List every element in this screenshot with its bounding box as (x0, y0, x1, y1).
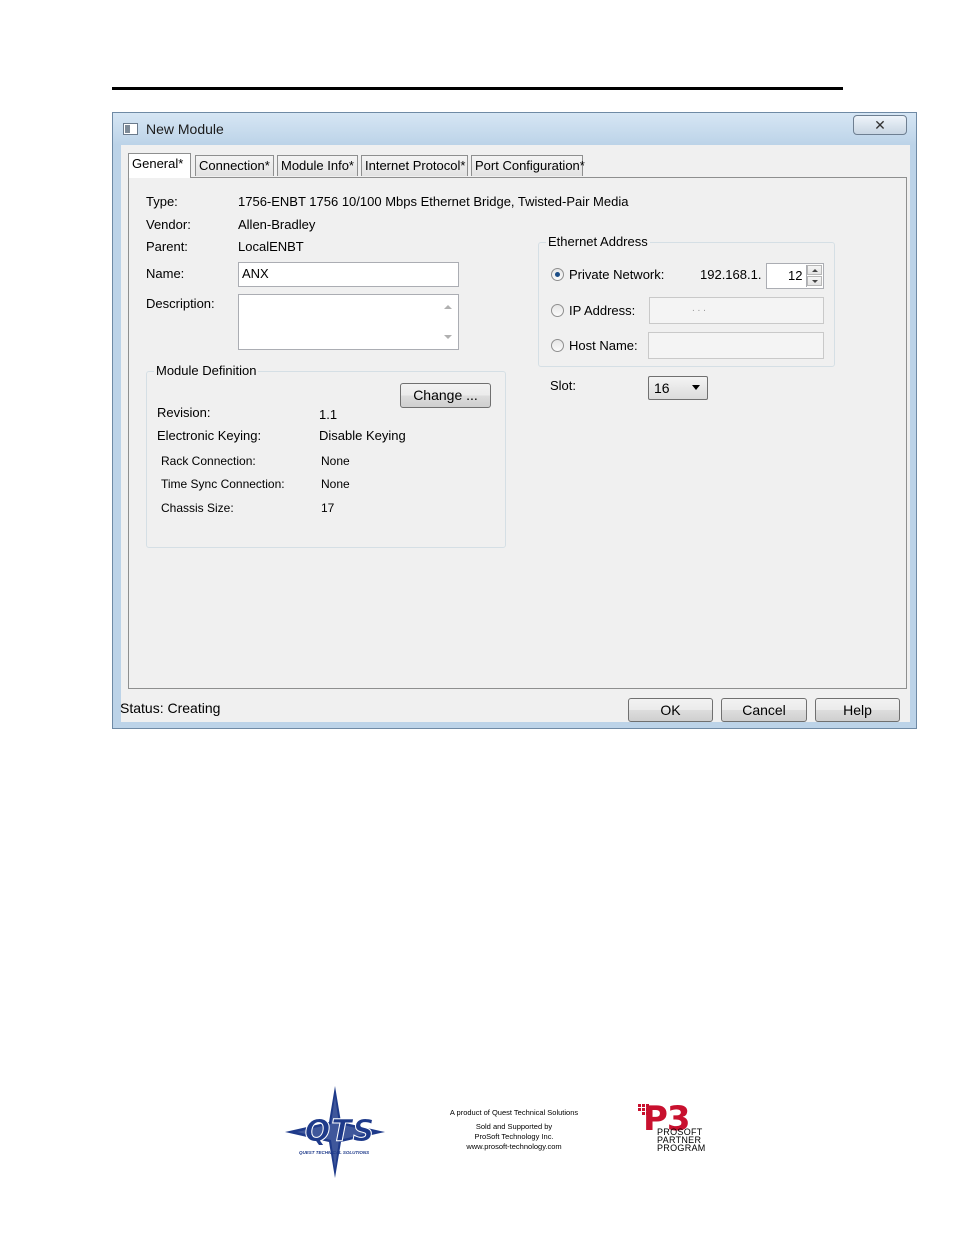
scroll-down-icon[interactable] (444, 335, 452, 339)
footer-line-1: A product of Quest Technical Solutions (449, 1108, 579, 1117)
host-name-radio[interactable] (551, 339, 564, 352)
change-button[interactable]: Change ... (400, 383, 491, 408)
ip-address-label: IP Address: (569, 303, 636, 318)
ip-address-input[interactable]: . . . (649, 297, 824, 324)
chevron-down-icon (692, 385, 700, 390)
private-network-octet-value: 12 (788, 268, 803, 283)
slot-label: Slot: (550, 378, 577, 393)
window-title: New Module (146, 121, 224, 137)
scroll-up-icon[interactable] (444, 305, 452, 309)
host-name-input[interactable] (648, 332, 824, 359)
time-sync-label: Time Sync Connection: (161, 477, 285, 491)
name-input-value: ANX (242, 266, 269, 281)
title-bar[interactable]: New Module ✕ (113, 113, 916, 145)
chassis-size-value: 17 (321, 501, 335, 515)
footer-line-4: www.prosoft-technology.com (466, 1142, 562, 1151)
footer-product-text: A product of Quest Technical Solutions S… (429, 1108, 599, 1152)
footer-line-3: ProSoft Technology Inc. (474, 1132, 554, 1141)
cancel-button[interactable]: Cancel (721, 698, 807, 722)
slot-select[interactable]: 16 (648, 376, 708, 400)
module-definition-group: Module Definition Change ... Revision: 1… (146, 363, 506, 548)
spin-up-icon[interactable] (812, 269, 818, 272)
chassis-size-label: Chassis Size: (161, 501, 234, 515)
new-module-dialog: New Module ✕ General* Connection* Module… (112, 112, 917, 729)
revision-value: 1.1 (319, 407, 338, 422)
qts-logo: QTS QUEST TECHNICAL SOLUTIONS (285, 1086, 385, 1178)
dialog-client: General* Connection* Module Info* Intern… (120, 145, 910, 722)
status-text: Status: Creating (120, 700, 221, 716)
tab-internet-protocol[interactable]: Internet Protocol* (361, 155, 468, 176)
help-button[interactable]: Help (815, 698, 900, 722)
parent-value: LocalENBT (238, 239, 304, 254)
private-network-radio[interactable] (551, 268, 564, 281)
window-app-icon (123, 123, 138, 135)
slot-value: 16 (654, 380, 670, 396)
spin-down-icon[interactable] (812, 280, 818, 283)
private-network-octet-input[interactable]: 12 (766, 263, 824, 289)
ethernet-address-group: Ethernet Address Private Network: 192.16… (538, 234, 835, 367)
private-network-label: Private Network: (569, 267, 665, 282)
tab-module-info[interactable]: Module Info* (277, 155, 358, 176)
keying-label: Electronic Keying: (157, 428, 262, 443)
close-button[interactable]: ✕ (853, 115, 907, 135)
keying-value: Disable Keying (319, 428, 406, 443)
revision-label: Revision: (157, 405, 211, 420)
module-definition-title: Module Definition (154, 363, 259, 378)
host-name-label: Host Name: (569, 338, 638, 353)
vendor-value: Allen-Bradley (238, 217, 316, 232)
name-input[interactable]: ANX (238, 262, 459, 287)
rack-connection-label: Rack Connection: (161, 454, 256, 468)
type-value: 1756-ENBT 1756 10/100 Mbps Ethernet Brid… (238, 194, 629, 209)
time-sync-value: None (321, 477, 350, 491)
p3-partner-logo: P3 PROSOFT PARTNER PROGRAM (638, 1100, 718, 1162)
status-bar: Status: Creating OK Cancel Help (120, 691, 910, 722)
general-tab-panel: Type: 1756-ENBT 1756 10/100 Mbps Etherne… (128, 177, 907, 689)
private-network-prefix: 192.168.1. (700, 267, 762, 282)
description-label: Description: (146, 296, 215, 311)
rack-connection-value: None (321, 454, 350, 468)
ok-button[interactable]: OK (628, 698, 713, 722)
footer-line-2: Sold and Supported by (475, 1122, 553, 1131)
octet-spinner[interactable] (806, 265, 823, 287)
ip-address-separators: . . . (692, 303, 706, 314)
ethernet-address-title: Ethernet Address (546, 234, 650, 249)
close-icon: ✕ (874, 117, 886, 133)
name-label: Name: (146, 266, 185, 281)
tab-connection[interactable]: Connection* (195, 155, 274, 176)
header-rule (112, 87, 843, 90)
qts-logo-text: QTS (304, 1114, 376, 1150)
parent-label: Parent: (146, 239, 188, 254)
qts-tagline: QUEST TECHNICAL SOLUTIONS (299, 1150, 370, 1155)
ip-address-radio[interactable] (551, 304, 564, 317)
description-input[interactable] (238, 294, 459, 350)
tab-port-configuration[interactable]: Port Configuration* (471, 155, 585, 176)
tab-general[interactable]: General* (128, 153, 191, 178)
vendor-label: Vendor: (146, 217, 191, 232)
p3-line-3: PROGRAM (657, 1143, 706, 1153)
type-label: Type: (146, 194, 178, 209)
